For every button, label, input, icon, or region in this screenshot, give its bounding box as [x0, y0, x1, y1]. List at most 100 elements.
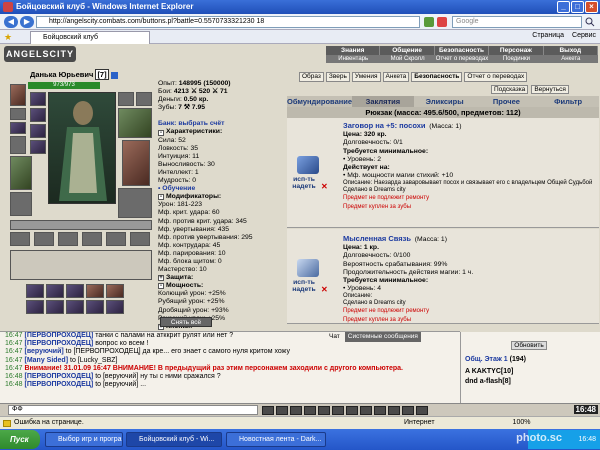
- modifiers-header[interactable]: - Модификаторы:: [158, 193, 278, 201]
- info-icon[interactable]: [110, 71, 118, 79]
- submenu-fights[interactable]: Поединки: [489, 55, 543, 63]
- people-icon[interactable]: [388, 406, 400, 415]
- shield-slot[interactable]: [122, 140, 150, 186]
- potion-slot-5[interactable]: [106, 284, 124, 298]
- potion-slot-9[interactable]: [86, 300, 104, 314]
- gloves-slot[interactable]: [118, 108, 152, 138]
- menu-communication[interactable]: Общение: [380, 46, 435, 55]
- potion-slot-4[interactable]: [86, 284, 104, 298]
- clear-icon[interactable]: [276, 406, 288, 415]
- maximize-button[interactable]: □: [571, 1, 584, 13]
- weapon-slot[interactable]: [10, 156, 32, 190]
- chat-nick[interactable]: [ПЕРВОПРОХОДЕЦ]: [24, 381, 93, 388]
- chat-nick[interactable]: [Many Sided]: [24, 357, 68, 364]
- tab-equipment[interactable]: Обмундирование: [287, 96, 352, 107]
- refresh-button[interactable]: Обновить: [511, 341, 547, 350]
- potion-slot-2[interactable]: [46, 284, 64, 298]
- ring-slot-1[interactable]: [10, 232, 30, 246]
- tab-spells[interactable]: Заклятия: [352, 96, 414, 107]
- menu-exit[interactable]: Выход: [544, 46, 599, 55]
- chat-time[interactable]: 16:47: [5, 332, 23, 339]
- characteristics-header[interactable]: - Характеристики:: [158, 128, 278, 136]
- translit-icon[interactable]: [318, 406, 330, 415]
- item-title[interactable]: Заговор на +5: посохи: [343, 121, 426, 130]
- ring-slot-4[interactable]: [82, 232, 102, 246]
- chat-nick[interactable]: [ПЕРВОПРОХОДЕЦ]: [24, 340, 93, 347]
- return-button[interactable]: Вернуться: [531, 85, 569, 94]
- chat-time[interactable]: 16:48: [5, 373, 23, 380]
- transfers-button[interactable]: Отчет о переводах: [464, 72, 528, 82]
- remove-all-button[interactable]: Снять всё: [160, 317, 212, 327]
- tab-fight-club[interactable]: Бойцовский клуб: [30, 31, 150, 44]
- delete-icon[interactable]: ✕: [321, 182, 328, 191]
- chat-nick[interactable]: [ПЕРВОПРОХОДЕЦ]: [24, 332, 93, 339]
- exit-icon[interactable]: [416, 406, 428, 415]
- potion-slot-6[interactable]: [26, 300, 44, 314]
- appearance-button[interactable]: Образ: [299, 72, 324, 82]
- skills-button[interactable]: Умения: [351, 72, 381, 82]
- task-games[interactable]: Выбор игр и программ: [45, 432, 123, 447]
- submenu-transfers[interactable]: Отчет о переводах: [435, 55, 489, 63]
- potion-slot-7[interactable]: [46, 300, 64, 314]
- task-fight-club[interactable]: Бойцовский клуб - Wi...: [126, 432, 222, 447]
- use-link[interactable]: исп-ть: [289, 176, 319, 183]
- protection-header[interactable]: + Защита:: [158, 274, 278, 282]
- ring-slot-3[interactable]: [58, 232, 78, 246]
- sound-icon[interactable]: [346, 406, 358, 415]
- ring-slot-2[interactable]: [34, 232, 54, 246]
- task-news[interactable]: Новостная лента - Dark...: [226, 432, 326, 447]
- speed-icon[interactable]: [332, 406, 344, 415]
- potion-slot-3[interactable]: [66, 284, 84, 298]
- delete-icon[interactable]: ✕: [321, 285, 328, 294]
- ring-slot-5[interactable]: [106, 232, 126, 246]
- url-input[interactable]: http://angelscity.combats.com/buttons.pl…: [36, 16, 420, 28]
- expand-icon[interactable]: +: [158, 275, 164, 282]
- potion-slot-8[interactable]: [66, 300, 84, 314]
- use-link[interactable]: исп-ть: [289, 279, 319, 286]
- close-button[interactable]: ×: [585, 1, 598, 13]
- submenu-inventory[interactable]: Инвентарь: [326, 55, 380, 63]
- item-title[interactable]: Мысленная Связь: [343, 234, 411, 243]
- refresh-icon[interactable]: [424, 17, 434, 27]
- amulet-slot[interactable]: [10, 122, 26, 134]
- spell-slot-2[interactable]: [30, 108, 46, 122]
- spell-slot-4[interactable]: [30, 140, 46, 154]
- wear-link[interactable]: надеть: [289, 286, 319, 293]
- search-input[interactable]: Google: [452, 16, 582, 28]
- page-menu[interactable]: Страница: [532, 32, 564, 39]
- chat-time[interactable]: 16:47: [5, 365, 23, 372]
- map-icon[interactable]: [374, 406, 386, 415]
- collapse-icon[interactable]: -: [158, 283, 164, 290]
- menu-character[interactable]: Персонаж: [489, 46, 544, 55]
- character-name[interactable]: Данька Юрьевич: [30, 70, 93, 79]
- chat-time[interactable]: 16:48: [5, 381, 23, 388]
- back-icon[interactable]: ◀: [4, 16, 18, 28]
- menu-knowledge[interactable]: Знания: [326, 46, 381, 55]
- spell-slot-1[interactable]: [30, 92, 46, 106]
- potion-slot-1[interactable]: [26, 284, 44, 298]
- chat-nick[interactable]: [веруючий]: [24, 348, 63, 355]
- start-button[interactable]: Пуск: [0, 430, 40, 449]
- warning-icon[interactable]: [3, 420, 11, 427]
- status-text[interactable]: Ошибка на странице.: [14, 419, 84, 426]
- tab-filter[interactable]: Фильтр: [537, 96, 599, 107]
- settings-icon[interactable]: [402, 406, 414, 415]
- chat-nick[interactable]: [ПЕРВОПРОХОДЕЦ]: [24, 373, 93, 380]
- chat-time[interactable]: 16:47: [5, 340, 23, 347]
- profile-button[interactable]: Анкета: [382, 72, 410, 82]
- tab-chat[interactable]: Чат: [326, 332, 343, 342]
- filter-icon[interactable]: [304, 406, 316, 415]
- smile-icon[interactable]: [290, 406, 302, 415]
- chat-time[interactable]: 16:47: [5, 348, 23, 355]
- armor-slot[interactable]: [10, 192, 32, 216]
- hint-button[interactable]: Подсказка: [491, 85, 529, 94]
- bracer-slot[interactable]: [10, 136, 26, 154]
- spell-slot-6[interactable]: [136, 92, 152, 106]
- tab-elixirs[interactable]: Эликсиры: [414, 96, 476, 107]
- zoom-level[interactable]: 100%: [513, 417, 531, 429]
- training-link[interactable]: • Обучение: [158, 185, 278, 193]
- submenu-scroll[interactable]: Мой Скролл: [380, 55, 434, 63]
- collapse-icon[interactable]: -: [158, 129, 164, 136]
- ring-slot-6[interactable]: [130, 232, 150, 246]
- online-player[interactable]: A KAKTYC[10]: [465, 368, 513, 375]
